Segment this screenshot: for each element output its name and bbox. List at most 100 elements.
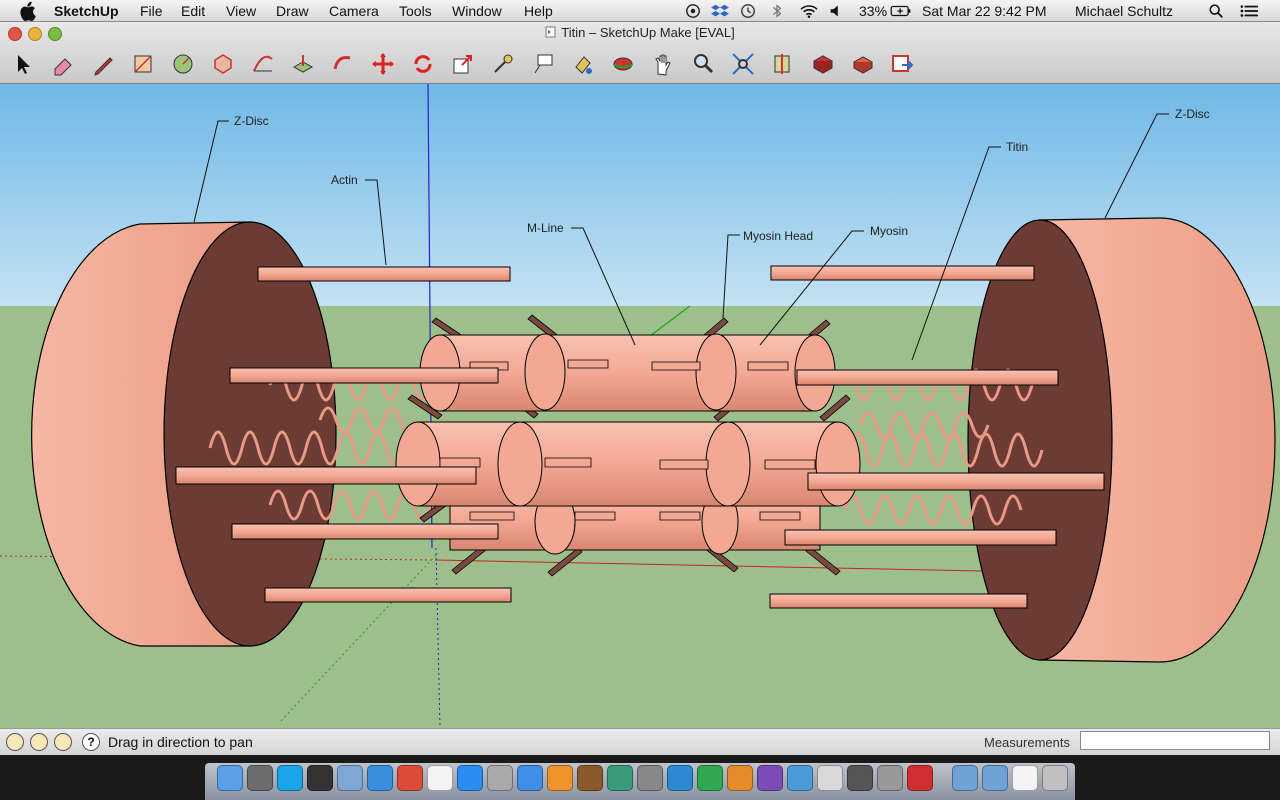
menu-app-sketchup[interactable]: SketchUp [54, 3, 119, 19]
safari-icon[interactable] [367, 765, 393, 791]
bluetooth-icon[interactable] [770, 3, 784, 19]
dashboard-icon[interactable] [307, 765, 333, 791]
menu-edit[interactable]: Edit [181, 3, 205, 19]
window-title-text: Titin – SketchUp Make [EVAL] [561, 25, 735, 40]
drawing-viewport[interactable]: Z-Disc Actin M-Line Myosin Head Myosin T… [0, 84, 1280, 728]
sketchup-dock-icon[interactable] [907, 765, 933, 791]
notification-center-icon[interactable] [1238, 3, 1260, 19]
app-store-icon[interactable] [457, 765, 483, 791]
dropbox-icon[interactable] [710, 3, 730, 19]
rectangle-tool-button[interactable] [128, 49, 158, 79]
label-m-line: M-Line [527, 221, 564, 235]
credits-icon[interactable] [30, 733, 48, 751]
network-icon[interactable] [697, 765, 723, 791]
trash-icon[interactable] [1042, 765, 1068, 791]
menu-tools[interactable]: Tools [399, 3, 432, 19]
orbit-tool-icon [613, 57, 633, 71]
photos-icon[interactable] [487, 765, 513, 791]
section-tool-icon [774, 54, 790, 74]
measurements-input[interactable] [1080, 731, 1270, 750]
section-tool-button[interactable] [768, 49, 798, 79]
menu-view[interactable]: View [226, 3, 256, 19]
component-tool-button[interactable] [848, 49, 878, 79]
preview-icon[interactable] [337, 765, 363, 791]
camera-icon[interactable] [847, 765, 873, 791]
garageband-icon[interactable] [577, 765, 603, 791]
calculator-icon[interactable] [817, 765, 843, 791]
label-z-disc-left: Z-Disc [234, 114, 269, 128]
apple-menu-icon[interactable] [18, 1, 36, 21]
polygon-tool-icon [214, 54, 232, 74]
time-machine-dock-icon[interactable] [607, 765, 633, 791]
wifi-icon[interactable] [798, 3, 820, 19]
tape-measure-tool-icon [494, 54, 513, 73]
skype-icon[interactable] [277, 765, 303, 791]
geo-location-icon[interactable] [6, 733, 24, 751]
powerpoint-icon[interactable] [727, 765, 753, 791]
move-tool-icon [372, 53, 394, 75]
eraser-tool-button[interactable] [48, 49, 78, 79]
ibooks-icon[interactable] [547, 765, 573, 791]
pan-tool-button[interactable] [648, 49, 678, 79]
status-menu-icon[interactable] [684, 3, 702, 19]
rotate-tool-button[interactable] [408, 49, 438, 79]
dock [0, 755, 1280, 800]
scale-tool-button[interactable] [448, 49, 478, 79]
folder-applications-icon[interactable] [952, 765, 978, 791]
orbit-tool-button[interactable] [608, 49, 638, 79]
window-title: Titin – SketchUp Make [EVAL] [0, 25, 1280, 40]
screenshot-icon[interactable] [877, 765, 903, 791]
follow-me-tool-button[interactable] [328, 49, 358, 79]
zoom-tool-button[interactable] [688, 49, 718, 79]
text-tool-button[interactable] [528, 49, 558, 79]
battery-icon[interactable] [889, 3, 913, 19]
share-model-tool-button[interactable] [888, 49, 918, 79]
3d-warehouse-tool-button[interactable] [808, 49, 838, 79]
component-tool-icon [852, 56, 874, 74]
finance-icon[interactable] [667, 765, 693, 791]
chrome-icon[interactable] [397, 765, 423, 791]
pencil-tool-icon [94, 57, 113, 76]
menu-camera[interactable]: Camera [329, 3, 379, 19]
tape-measure-tool-button[interactable] [488, 49, 518, 79]
select-tool-button[interactable] [8, 49, 38, 79]
label-myosin: Myosin [870, 224, 908, 238]
myosin-filament-middle[interactable] [395, 421, 861, 507]
finder-icon[interactable] [217, 765, 243, 791]
model-scene[interactable]: Z-Disc Actin M-Line Myosin Head Myosin T… [0, 84, 1280, 728]
menu-file[interactable]: File [140, 3, 163, 19]
menu-bar: SketchUp File Edit View Draw Camera Tool… [0, 0, 1280, 22]
left-z-disc[interactable] [31, 221, 337, 647]
menu-help[interactable]: Help [524, 3, 553, 19]
menu-draw[interactable]: Draw [276, 3, 309, 19]
menu-window[interactable]: Window [452, 3, 502, 19]
zoom-extents-tool-button[interactable] [728, 49, 758, 79]
system-preferences-icon[interactable] [637, 765, 663, 791]
itunes-icon[interactable] [517, 765, 543, 791]
time-machine-icon[interactable] [738, 3, 758, 19]
scale-tool-icon [453, 55, 472, 74]
polygon-tool-button[interactable] [208, 49, 238, 79]
sign-in-icon[interactable] [54, 733, 72, 751]
contacts-icon[interactable] [247, 765, 273, 791]
volume-icon[interactable] [828, 3, 844, 19]
document-icon [545, 26, 556, 38]
push-pull-tool-button[interactable] [288, 49, 318, 79]
label-actin: Actin [331, 173, 358, 187]
spotlight-search-icon[interactable] [1208, 3, 1224, 19]
folder-documents-icon[interactable] [982, 765, 1008, 791]
menu-user[interactable]: Michael Schultz [1075, 3, 1173, 19]
calendar-icon[interactable] [427, 765, 453, 791]
team-icon[interactable] [787, 765, 813, 791]
circle-tool-button[interactable] [168, 49, 198, 79]
pencil-tool-button[interactable] [88, 49, 118, 79]
move-tool-button[interactable] [368, 49, 398, 79]
help-icon[interactable]: ? [82, 733, 100, 751]
circle-tool-icon [173, 54, 193, 74]
paint-bucket-tool-icon [575, 56, 592, 74]
menu-clock[interactable]: Sat Mar 22 9:42 PM [922, 3, 1047, 19]
onenote-icon[interactable] [757, 765, 783, 791]
paint-bucket-tool-button[interactable] [568, 49, 598, 79]
arc-tool-button[interactable] [248, 49, 278, 79]
document-icon[interactable] [1012, 765, 1038, 791]
